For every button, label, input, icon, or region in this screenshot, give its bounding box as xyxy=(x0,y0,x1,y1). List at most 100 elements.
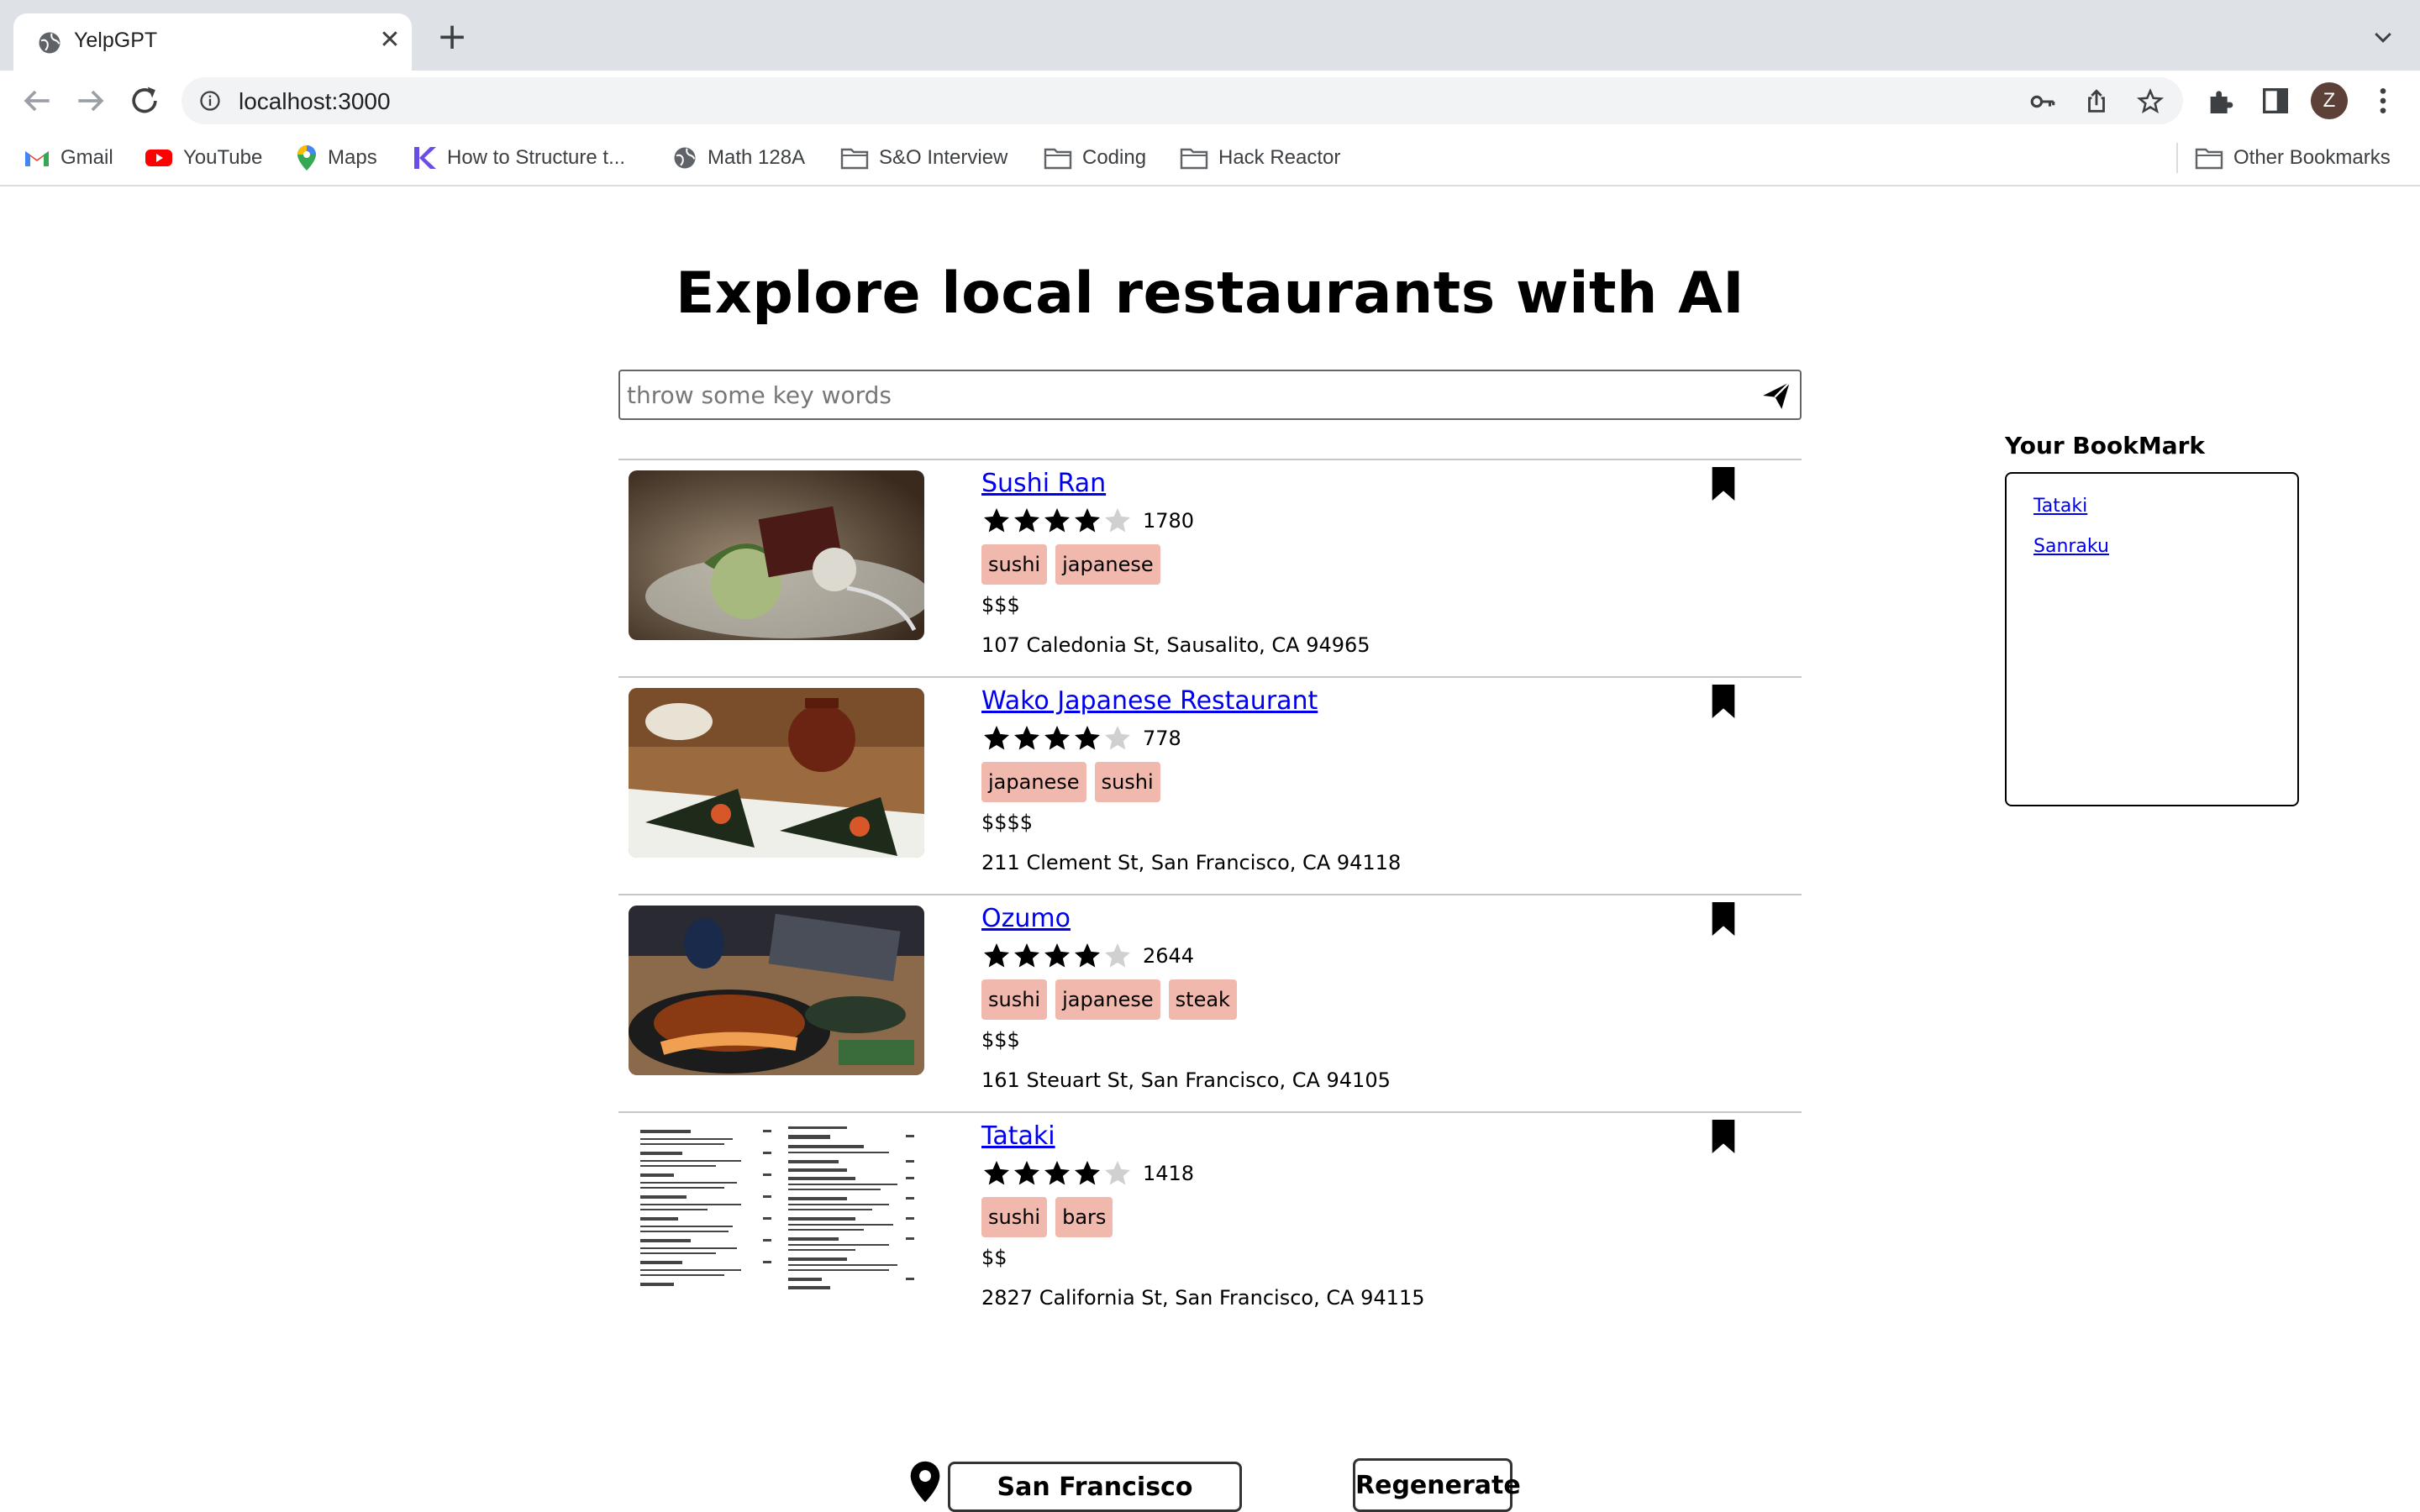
restaurant-name-link[interactable]: Ozumo xyxy=(981,904,1071,933)
review-count: 2644 xyxy=(1143,944,1195,968)
bookmark-math-128a[interactable]: Math 128A xyxy=(672,143,805,173)
saved-bookmark-link[interactable]: Tataki xyxy=(2033,496,2087,517)
category-tag: japanese xyxy=(981,762,1086,802)
tab-close-icon[interactable]: ✕ xyxy=(376,27,403,54)
address: 2827 California St, San Francisco, CA 94… xyxy=(981,1286,1425,1310)
location-pin-icon xyxy=(910,1461,940,1503)
star-empty-icon xyxy=(1105,1161,1130,1185)
send-icon[interactable] xyxy=(1760,380,1793,412)
tag-list: sushi japanese xyxy=(981,544,1169,585)
bookmark-gmail[interactable]: Gmail xyxy=(24,143,113,173)
category-tag: japanese xyxy=(1055,544,1160,585)
maps-pin-icon xyxy=(297,145,316,171)
bookmark-folder-so-interview[interactable]: S&O Interview xyxy=(840,143,1007,173)
restaurant-card: Sushi Ran 1780 sushi japanese $$$ 107 Ca… xyxy=(618,459,1802,676)
key-icon[interactable] xyxy=(2028,87,2057,116)
folder-icon xyxy=(2195,148,2223,170)
restaurant-photo[interactable] xyxy=(629,906,924,1075)
folder-icon xyxy=(1180,148,1208,170)
globe-icon xyxy=(39,32,60,54)
star-filled-icon xyxy=(1075,1161,1100,1185)
category-tag: sushi xyxy=(1094,762,1160,802)
search-input[interactable] xyxy=(627,376,1736,413)
category-tag: sushi xyxy=(981,544,1048,585)
bookmark-folder-coding[interactable]: Coding xyxy=(1044,143,1146,173)
browser-tab[interactable]: YelpGPT ✕ xyxy=(13,13,412,71)
price-level: $$$ xyxy=(981,1028,1020,1052)
bookmark-icon[interactable] xyxy=(1709,902,1738,936)
folder-icon xyxy=(1044,148,1072,170)
restaurant-photo[interactable] xyxy=(629,1123,924,1293)
bookmarks-divider xyxy=(2176,143,2178,173)
bookmark-icon[interactable] xyxy=(1709,1120,1738,1153)
location-field[interactable]: San Francisco xyxy=(948,1462,1242,1512)
bookmark-folder-other[interactable]: Other Bookmarks xyxy=(2195,143,2391,173)
share-icon[interactable] xyxy=(2082,87,2111,116)
extensions-icon[interactable] xyxy=(2205,84,2238,118)
restaurant-photo[interactable] xyxy=(629,470,924,640)
address: 211 Clement St, San Francisco, CA 94118 xyxy=(981,851,1402,874)
bookmark-label: Hack Reactor xyxy=(1218,146,1341,169)
youtube-icon xyxy=(145,150,172,166)
restaurant-name-link[interactable]: Wako Japanese Restaurant xyxy=(981,686,1318,716)
rating-stars: 1418 xyxy=(981,1158,1194,1189)
star-filled-icon xyxy=(1044,1161,1070,1185)
search-box xyxy=(618,370,1802,420)
review-count: 1780 xyxy=(1143,509,1195,533)
address-bar[interactable]: localhost:3000 xyxy=(182,77,2183,124)
restaurant-card: Ozumo 2644 sushi japanese steak $$$ 161 … xyxy=(618,894,1802,1111)
restaurant-photo[interactable] xyxy=(629,688,924,858)
tag-list: sushi japanese steak xyxy=(981,979,1245,1020)
star-filled-icon xyxy=(1044,726,1070,750)
folder-icon xyxy=(840,148,869,170)
bookmark-label: Other Bookmarks xyxy=(2233,146,2391,169)
more-menu-icon[interactable] xyxy=(2366,84,2400,118)
star-empty-icon xyxy=(1105,508,1130,533)
url-text: localhost:3000 xyxy=(239,88,391,114)
restaurant-name-link[interactable]: Tataki xyxy=(981,1121,1055,1151)
bookmark-icon[interactable] xyxy=(1709,467,1738,501)
gmail-icon xyxy=(25,151,49,166)
star-filled-icon xyxy=(984,1161,1009,1185)
star-filled-icon xyxy=(1014,943,1039,968)
address: 107 Caledonia St, Sausalito, CA 94965 xyxy=(981,633,1370,657)
rating-stars: 2644 xyxy=(981,941,1194,971)
profile-avatar[interactable]: Z xyxy=(2311,82,2348,119)
star-filled-icon xyxy=(984,943,1009,968)
rating-stars: 778 xyxy=(981,723,1181,753)
reload-icon[interactable] xyxy=(126,82,163,119)
star-filled-icon xyxy=(984,508,1009,533)
star-filled-icon xyxy=(1075,508,1100,533)
star-bookmark-icon[interactable] xyxy=(2136,87,2165,116)
bookmark-maps[interactable]: Maps xyxy=(296,143,377,173)
browser-toolbar: localhost:3000 Z xyxy=(0,71,2420,131)
address: 161 Steuart St, San Francisco, CA 94105 xyxy=(981,1068,1391,1092)
bookmark-label: Maps xyxy=(328,146,377,169)
regenerate-button[interactable]: Regenerate xyxy=(1353,1458,1521,1512)
side-panel-icon[interactable] xyxy=(2259,84,2292,118)
category-tag: bars xyxy=(1055,1197,1113,1237)
results-list: Sushi Ran 1780 sushi japanese $$$ 107 Ca… xyxy=(618,459,1802,1329)
globe-icon xyxy=(674,147,696,169)
price-level: $$$ xyxy=(981,593,1020,617)
back-arrow-icon[interactable] xyxy=(18,82,55,119)
restaurant-name-link[interactable]: Sushi Ran xyxy=(981,469,1106,498)
star-empty-icon xyxy=(1105,943,1130,968)
new-tab-icon[interactable]: + xyxy=(435,18,469,55)
bookmark-youtube[interactable]: YouTube xyxy=(145,143,262,173)
k-logo-icon xyxy=(414,147,436,169)
page-title: Explore local restaurants with AI xyxy=(675,260,1745,327)
category-tag: steak xyxy=(1168,979,1237,1020)
saved-bookmark-link[interactable]: Sanraku xyxy=(2033,536,2109,557)
info-icon[interactable] xyxy=(198,89,222,113)
category-tag: japanese xyxy=(1055,979,1160,1020)
bookmarks-bar: Gmail YouTube Maps How to Structure t...… xyxy=(0,131,2420,186)
star-filled-icon xyxy=(1075,726,1100,750)
bookmark-icon[interactable] xyxy=(1709,685,1738,718)
bookmark-how-to-structure[interactable]: How to Structure t... xyxy=(412,143,625,173)
price-level: $$ xyxy=(981,1246,1007,1269)
forward-arrow-icon[interactable] xyxy=(72,82,109,119)
bookmark-label: How to Structure t... xyxy=(447,146,626,169)
bookmark-folder-hack-reactor[interactable]: Hack Reactor xyxy=(1180,143,1340,173)
chevron-down-icon[interactable] xyxy=(2368,25,2398,50)
